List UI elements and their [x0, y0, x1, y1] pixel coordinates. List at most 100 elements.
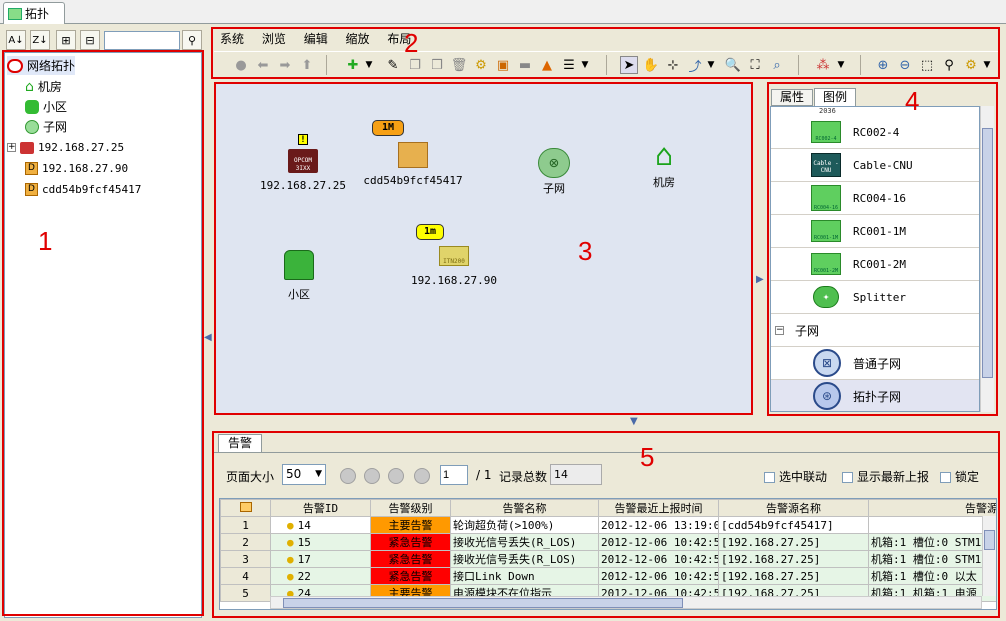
zoom-fit-button[interactable]: 🔍: [724, 56, 742, 74]
node-community[interactable]: 小区: [274, 250, 324, 302]
device-button[interactable]: ▬: [516, 56, 534, 74]
sort-asc-button[interactable]: A↓: [6, 30, 26, 50]
node-192-168-27-25[interactable]: ! OPCOM 3IXX 192.168.27.25: [258, 134, 348, 192]
legend-item-rc001-1m[interactable]: RC001-1M RC001-1M: [771, 215, 979, 248]
annotation-number-2: 2: [404, 28, 419, 58]
table-row[interactable]: 2 ● 15 紧急告警 接收光信号丢失(R_LOS) 2012-12-06 10:42:5…: [220, 533, 996, 551]
table-row[interactable]: 3 ● 17 紧急告警 接收光信号丢失(R_LOS) 2012-12-06 10:42:5…: [220, 550, 996, 568]
column-header-source-name[interactable]: 告警源名称: [718, 499, 869, 517]
topology-canvas[interactable]: ! OPCOM 3IXX 192.168.27.25 1M cdd54b9fcf…: [214, 82, 751, 414]
lock-checkbox[interactable]: 锁定: [940, 468, 979, 485]
legend-item-cable-cnu[interactable]: Cable -CNU Cable-CNU: [771, 149, 979, 182]
sort-desc-button[interactable]: Z↓: [30, 30, 50, 50]
style-button[interactable]: ⁂: [814, 56, 832, 74]
legend-item-rc004-16[interactable]: RC004-16 RC004-16: [771, 182, 979, 215]
left-collapse-arrow-icon[interactable]: ◀: [204, 332, 212, 346]
expand-toggle[interactable]: +: [7, 143, 16, 152]
page-number-input[interactable]: [440, 465, 468, 485]
menu-system[interactable]: 系统: [220, 32, 244, 46]
properties-button[interactable]: ⚙: [472, 56, 490, 74]
legend-item-normal-subnet[interactable]: ⊠ 普通子网: [771, 347, 979, 380]
column-header-report-time[interactable]: 告警最近上报时间: [598, 499, 719, 517]
record-button[interactable]: ●: [232, 56, 250, 74]
marquee-tool-button[interactable]: ⊹: [664, 56, 682, 74]
column-header-alarm-name[interactable]: 告警名称: [450, 499, 599, 517]
search-button[interactable]: ⚲: [182, 30, 202, 50]
expand-all-button[interactable]: ⊞: [56, 30, 76, 50]
collapse-all-button[interactable]: ⊟: [80, 30, 100, 50]
alarm-vertical-scrollbar[interactable]: [982, 516, 996, 596]
tree-item-subnet[interactable]: 子网: [25, 117, 67, 136]
node-cdd54b9fcf45417[interactable]: 1M cdd54b9fcf45417: [358, 120, 468, 187]
prev-page-button[interactable]: [364, 468, 380, 484]
collapse-toggle[interactable]: −: [775, 325, 784, 335]
legend-scrollbar-thumb[interactable]: [982, 128, 993, 378]
first-page-button[interactable]: [340, 468, 356, 484]
pan-tool-button[interactable]: ✋: [642, 56, 660, 74]
tab-topology[interactable]: 拓扑: [3, 2, 65, 24]
zoom-search-button[interactable]: ⚲: [940, 56, 958, 74]
link-selection-checkbox[interactable]: 选中联动: [764, 468, 827, 485]
table-row[interactable]: 4 ● 22 紧急告警 接口Link Down 2012-12-06 10:42:54 [1…: [220, 567, 996, 585]
alarm-hscroll-thumb[interactable]: [283, 598, 683, 608]
page-size-select[interactable]: 50 ▼: [282, 464, 326, 485]
paste-button[interactable]: ❒: [428, 56, 446, 74]
column-header-source[interactable]: 告警源: [868, 499, 996, 517]
show-latest-checkbox[interactable]: 显示最新上报: [842, 468, 929, 485]
tree-item-machine-room[interactable]: ⌂ 机房: [25, 77, 62, 96]
arrow-left-icon: ⬅: [257, 57, 269, 73]
tree-search-input[interactable]: [104, 31, 180, 50]
tree-item-192-168-27-90[interactable]: D 192.168.27.90: [25, 159, 128, 178]
window-button[interactable]: ▣: [494, 56, 512, 74]
legend-item-splitter[interactable]: ✦ Splitter: [771, 281, 979, 314]
style-dropdown-button[interactable]: ▼: [832, 56, 850, 74]
add-dropdown-button[interactable]: ▼: [360, 56, 378, 74]
tree-item-network-topology[interactable]: 网络拓扑: [7, 56, 76, 75]
column-header-alarm-id[interactable]: 告警ID: [270, 499, 371, 517]
link-dropdown-button[interactable]: ▼: [702, 56, 720, 74]
alarm-table: 告警ID 告警级别 告警名称 告警最近上报时间 告警源名称 告警源 1 ● 14 主要…: [220, 499, 996, 602]
tab-legend[interactable]: 图例: [814, 88, 856, 106]
column-header-index[interactable]: [220, 499, 271, 517]
zoom-dropdown-button[interactable]: ▼: [978, 56, 996, 74]
list-dropdown-button[interactable]: ▼: [576, 56, 594, 74]
bottom-collapse-arrow-icon[interactable]: ▼: [630, 417, 644, 427]
tab-alarm[interactable]: 告警: [218, 434, 262, 452]
legend-item-rc002-4[interactable]: RC002-4 RC002-4: [771, 116, 979, 149]
forward-button[interactable]: ➡: [276, 56, 294, 74]
select-tool-button[interactable]: ➤: [620, 56, 638, 74]
tab-properties[interactable]: 属性: [771, 89, 813, 106]
alarm-horizontal-scrollbar[interactable]: [270, 596, 982, 609]
alarm-vscroll-thumb[interactable]: [984, 530, 995, 550]
tree-item-192-168-27-25[interactable]: + 192.168.27.25: [7, 138, 124, 157]
legend-group-subnet[interactable]: − 子网: [771, 314, 979, 347]
next-page-button[interactable]: [388, 468, 404, 484]
zoom-out-button[interactable]: ⊖: [896, 56, 914, 74]
delete-button[interactable]: 🗑: [450, 56, 468, 74]
tree-item-community[interactable]: 小区: [25, 97, 67, 116]
menu-zoom[interactable]: 缩放: [346, 32, 370, 46]
edit-button[interactable]: ✎: [384, 56, 402, 74]
legend-item-topology-subnet[interactable]: ⊛ 拓扑子网: [771, 380, 979, 411]
menu-edit[interactable]: 编辑: [304, 32, 328, 46]
node-machine-room[interactable]: ⌂ 机房: [638, 140, 690, 190]
table-row[interactable]: 1 ● 14 主要告警 轮询超负荷(>100%) 2012-12-06 13:19:04[…: [220, 516, 996, 534]
node-subnet[interactable]: ⊗ 子网: [528, 148, 580, 196]
node-192-168-27-90[interactable]: 1m ITN200 192.168.27.90: [404, 224, 504, 287]
menu-browse[interactable]: 浏览: [262, 32, 286, 46]
right-expand-arrow-icon[interactable]: ▶: [756, 274, 764, 288]
column-header-alarm-level[interactable]: 告警级别: [370, 499, 451, 517]
alarm-button[interactable]: ▲: [538, 56, 556, 74]
tree-item-cdd54b9fcf45417[interactable]: D cdd54b9fcf45417: [25, 180, 141, 199]
subnet-icon: ⊗: [538, 148, 570, 178]
up-button[interactable]: ⬆: [298, 56, 316, 74]
fullscreen-button[interactable]: ⛶: [746, 56, 764, 74]
last-page-button[interactable]: [414, 468, 430, 484]
back-button[interactable]: ⬅: [254, 56, 272, 74]
zoom-region-button[interactable]: ⬚: [918, 56, 936, 74]
legend-scrollbar[interactable]: [980, 106, 994, 412]
record-total-field: 14: [550, 464, 602, 485]
overview-button[interactable]: ⌕: [768, 56, 786, 74]
legend-item-rc001-2m[interactable]: RC001-2M RC001-2M: [771, 248, 979, 281]
zoom-in-button[interactable]: ⊕: [874, 56, 892, 74]
